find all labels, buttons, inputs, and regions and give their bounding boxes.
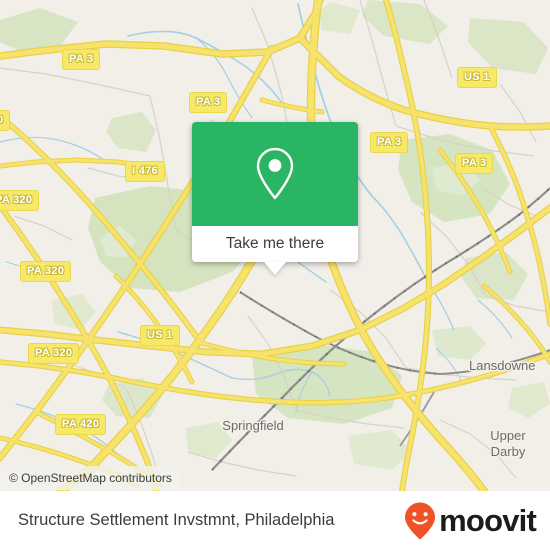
destination-popup-card[interactable]: Take me there bbox=[192, 122, 358, 275]
place-label-lansdowne: Lansdowne bbox=[469, 358, 536, 373]
footer-bar: Structure Settlement Invstmnt, Philadelp… bbox=[0, 491, 550, 550]
road-shield: US 1 bbox=[140, 325, 180, 346]
road-shield: PA 420 bbox=[55, 414, 107, 435]
road-shield: PA 3 bbox=[370, 132, 409, 153]
road-shield: PA 320 bbox=[0, 190, 40, 211]
road-shield: I 476 bbox=[125, 161, 165, 182]
map-pin-icon bbox=[256, 147, 294, 200]
place-label-line: Upper bbox=[490, 428, 526, 443]
place-label-springfield: Springfield bbox=[222, 418, 284, 433]
map-canvas[interactable]: PA 3 PA 3 PA 3 PA 3 US 1 US 1 I 476 PA 3… bbox=[0, 0, 550, 491]
moovit-wordmark: moovit bbox=[439, 503, 537, 538]
take-me-there-label: Take me there bbox=[225, 235, 325, 252]
place-label-upper-darby: Upper Darby bbox=[471, 428, 545, 460]
road-shield: 0 bbox=[0, 110, 11, 131]
road-shield: PA 3 bbox=[455, 153, 494, 174]
moovit-smiley-pin-icon bbox=[405, 502, 436, 539]
popup-action-area[interactable]: Take me there bbox=[192, 226, 358, 262]
road-shield: US 1 bbox=[457, 67, 497, 88]
place-label-line: Darby bbox=[490, 444, 526, 459]
road-shield: PA 320 bbox=[20, 261, 72, 282]
road-shield: PA 3 bbox=[189, 92, 228, 113]
location-title: Structure Settlement Invstmnt, Philadelp… bbox=[18, 511, 335, 529]
popup-pin-area bbox=[192, 122, 358, 226]
road-shield: PA 3 bbox=[62, 49, 101, 70]
osm-attribution[interactable]: © OpenStreetMap contributors bbox=[0, 466, 181, 490]
road-shield: PA 320 bbox=[28, 343, 80, 364]
moovit-brand[interactable]: moovit bbox=[403, 501, 537, 541]
map-screenshot-root: PA 3 PA 3 PA 3 PA 3 US 1 US 1 I 476 PA 3… bbox=[0, 0, 550, 550]
popup-pointer-tail bbox=[264, 262, 286, 275]
